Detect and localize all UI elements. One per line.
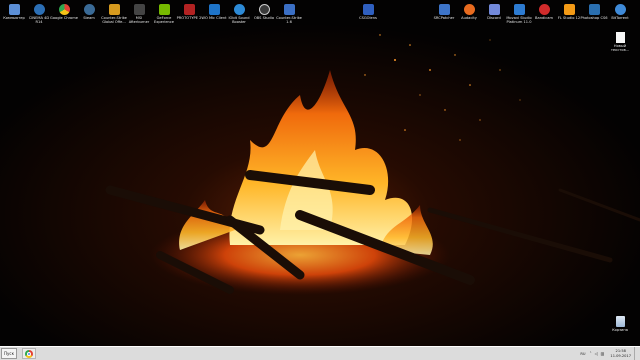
desktop-icon-wo-mic[interactable]: WO Mic Client	[200, 4, 228, 20]
desktop-icon-csgolens[interactable]: CSGOlens	[354, 4, 382, 20]
wo-mic-icon	[208, 4, 220, 15]
desktop-icon-sound-booster[interactable]: IObit Sound Booster	[225, 4, 253, 25]
desktop-icon-bandicam[interactable]: Bandicam	[530, 4, 558, 20]
chrome-icon	[58, 4, 70, 15]
desktop-icon-label: WO Mic Client	[201, 16, 227, 20]
desktop-icon-label: Audacity	[461, 16, 477, 20]
csgo-icon	[108, 4, 120, 15]
desktop-icon-label: OBS Studio	[253, 16, 275, 20]
desktop-icon-fl-studio[interactable]: FL Studio 12	[555, 4, 583, 20]
desktop: Компьютер CINEMA 4D R14 Google Chrome St…	[0, 0, 640, 346]
desktop-icon-label: Компьютер	[3, 16, 25, 20]
desktop-icon-label: Discord	[487, 16, 501, 20]
photoshop-icon	[588, 4, 600, 15]
steam-icon	[83, 4, 95, 15]
desktop-icon-obs[interactable]: OBS Studio	[250, 4, 278, 20]
chevron-up-icon[interactable]: ˄	[590, 351, 592, 356]
desktop-icon-label: Bandicam	[535, 16, 553, 20]
desktop-icon-new-text-file[interactable]: Новый текстов...	[606, 32, 634, 53]
system-tray: RU ˄ ◁ ▥ 21:58 11.09.2017	[580, 347, 638, 360]
clock-date: 11.09.2017	[610, 353, 631, 358]
desktop-icon-cinema4d[interactable]: CINEMA 4D R14	[25, 4, 53, 25]
desktop-icon-bittorrent[interactable]: BitTorrent	[606, 4, 634, 20]
desktop-icon-label: CSGOlens	[359, 16, 377, 20]
desktop-icon-msi-afterburner[interactable]: MSI Afterburner	[125, 4, 153, 25]
desktop-icon-computer[interactable]: Компьютер	[0, 4, 28, 20]
computer-icon	[8, 4, 20, 15]
desktop-icon-label: Новый текстов...	[610, 44, 630, 53]
desktop-icon-discord[interactable]: Discord	[480, 4, 508, 20]
desktop-icon-label: Google Chrome	[50, 16, 78, 20]
text-document-icon	[615, 32, 625, 43]
cinema4d-icon	[33, 4, 45, 15]
desktop-icon-chrome[interactable]: Google Chrome	[50, 4, 78, 20]
desktop-icon-label: IObit Sound Booster	[228, 16, 250, 25]
desktop-icon-label: PROTOTYPE 2	[176, 16, 202, 20]
desktop-icon-label: CINEMA 4D R14	[28, 16, 50, 25]
speaker-icon[interactable]: ◁	[595, 351, 598, 356]
obs-icon	[258, 4, 270, 15]
desktop-icon-label: GeForce Experience	[153, 16, 175, 25]
discord-icon	[488, 4, 500, 15]
desktop-icon-label: Корзина	[612, 328, 628, 332]
desktop-icon-label: Counter-Strike 1.6	[276, 16, 302, 25]
cs16-icon	[283, 4, 295, 15]
fl-studio-icon	[563, 4, 575, 15]
desktop-icon-label: Photoshop CS6	[580, 16, 608, 20]
language-indicator[interactable]: RU	[580, 352, 585, 356]
desktop-icon-label: Steam	[83, 16, 95, 20]
msi-afterburner-icon	[133, 4, 145, 15]
prototype-icon	[183, 4, 195, 15]
bandicam-icon	[538, 4, 550, 15]
desktop-icon-csgo[interactable]: Counter-Strike Global Offe...	[100, 4, 128, 25]
desktop-icon-recycle-bin[interactable]: Корзина	[606, 316, 634, 332]
desktop-icon-photoshop[interactable]: Photoshop CS6	[580, 4, 608, 20]
taskbar-chrome-button[interactable]	[22, 348, 36, 359]
desktop-icon-movavi[interactable]: Movavi Studio Platinum 11.0	[505, 4, 533, 25]
taskbar: Пуск RU ˄ ◁ ▥ 21:58 11.09.2017	[0, 346, 640, 360]
bittorrent-icon	[614, 4, 626, 15]
recycle-bin-icon	[615, 316, 625, 327]
desktop-icon-geforce[interactable]: GeForce Experience	[150, 4, 178, 25]
show-desktop-button[interactable]	[634, 347, 638, 360]
desktop-icon-label: Movavi Studio Platinum 11.0	[506, 16, 532, 25]
sound-booster-icon	[233, 4, 245, 15]
campfire-wallpaper	[0, 0, 640, 346]
audacity-icon	[463, 4, 475, 15]
desktop-icon-label: SRCPatcher	[433, 16, 455, 20]
desktop-icon-prototype[interactable]: PROTOTYPE 2	[175, 4, 203, 20]
desktop-icon-label: BitTorrent	[611, 16, 629, 20]
srcpatcher-icon	[438, 4, 450, 15]
desktop-icon-srcpatcher[interactable]: SRCPatcher	[430, 4, 458, 20]
csgolens-icon	[362, 4, 374, 15]
desktop-icon-cs16[interactable]: Counter-Strike 1.6	[275, 4, 303, 25]
desktop-icon-label: MSI Afterburner	[128, 16, 150, 25]
desktop-icon-label: FL Studio 12	[557, 16, 581, 20]
desktop-icon-steam[interactable]: Steam	[75, 4, 103, 20]
start-button[interactable]: Пуск	[1, 348, 17, 359]
desktop-icon-label: Counter-Strike Global Offe...	[101, 16, 127, 25]
movavi-icon	[513, 4, 525, 15]
geforce-icon	[158, 4, 170, 15]
chrome-icon	[25, 350, 33, 358]
start-label: Пуск	[4, 351, 14, 356]
network-icon[interactable]: ▥	[601, 351, 605, 356]
clock[interactable]: 21:58 11.09.2017	[610, 349, 631, 358]
desktop-icon-audacity[interactable]: Audacity	[455, 4, 483, 20]
